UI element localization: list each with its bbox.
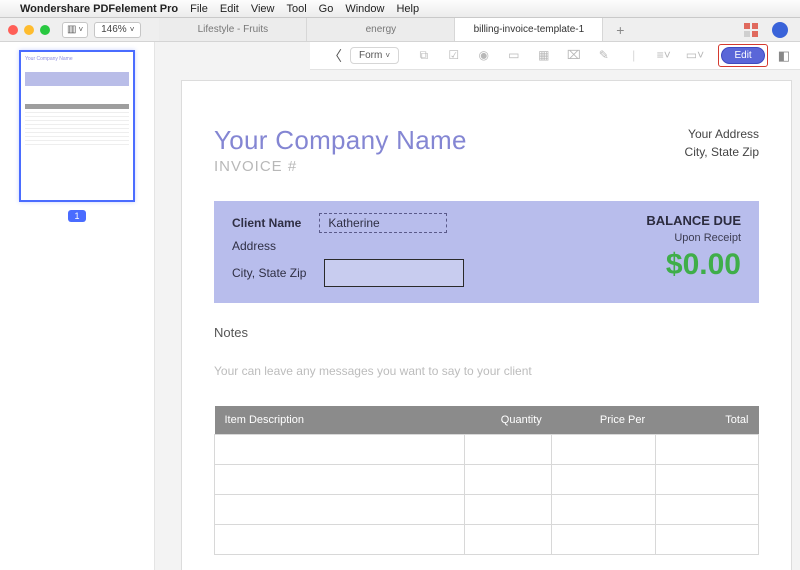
line-items-table: Item Description Quantity Price Per Tota… — [214, 406, 759, 555]
document-toolbar: 〈 Form ˅ ⧉ ☑ ◉ ▭ ▦ ⌧ ✎ | ≡˅ ▭˅ Edit ◧ — [310, 42, 800, 70]
client-name-field[interactable]: Katherine — [319, 213, 447, 233]
radio-tool-icon[interactable]: ◉ — [476, 48, 492, 63]
sidebar-toggle-button[interactable]: ▥˅ — [62, 22, 88, 38]
checkbox-tool-icon[interactable]: ☑ — [446, 48, 462, 63]
page-thumbnail-1[interactable]: Your Company Name — [19, 50, 135, 202]
col-total: Total — [655, 406, 758, 435]
menu-file[interactable]: File — [190, 3, 208, 15]
chevron-down-icon: ˅ — [78, 25, 83, 34]
menu-view[interactable]: View — [251, 3, 275, 15]
company-address: Your Address City, State Zip — [685, 125, 759, 161]
col-quantity: Quantity — [465, 406, 552, 435]
back-button[interactable]: 〈 — [320, 46, 350, 66]
chevron-down-icon: ˅ — [130, 25, 135, 34]
thumbnail-sidebar: Your Company Name 1 — [0, 42, 155, 570]
zoom-value: 146% — [101, 24, 127, 35]
edit-button[interactable]: Edit — [721, 47, 764, 64]
tab-label: energy — [366, 24, 397, 35]
user-avatar[interactable] — [772, 22, 788, 38]
address-line-2: City, State Zip — [685, 143, 759, 161]
signature-tool-icon[interactable]: ✎ — [596, 48, 612, 63]
col-item-description: Item Description — [215, 406, 465, 435]
client-name-label: Client Name — [232, 216, 301, 230]
thumb-company-name: Your Company Name — [25, 56, 129, 62]
panel-toggle-icon[interactable]: ◧ — [778, 48, 790, 64]
close-window-icon[interactable] — [8, 25, 18, 35]
client-address-label: Address — [232, 239, 276, 253]
tab-lifestyle-fruits[interactable]: Lifestyle - Fruits — [159, 18, 307, 41]
mode-label: Form — [359, 50, 382, 61]
notes-placeholder-text[interactable]: Your can leave any messages you want to … — [214, 364, 759, 378]
app-grid-icon[interactable] — [744, 23, 758, 37]
tab-label: billing-invoice-template-1 — [474, 24, 585, 35]
document-workspace: 〈 Form ˅ ⧉ ☑ ◉ ▭ ▦ ⌧ ✎ | ≡˅ ▭˅ Edit ◧ — [155, 42, 800, 570]
menu-help[interactable]: Help — [396, 3, 419, 15]
sidebar-icon: ▥ — [67, 24, 76, 35]
minimize-window-icon[interactable] — [24, 25, 34, 35]
table-row[interactable] — [215, 435, 759, 465]
text-field-tool-icon[interactable]: ⧉ — [416, 48, 432, 63]
tab-energy[interactable]: energy — [307, 18, 455, 41]
balance-amount: $0.00 — [646, 248, 741, 282]
address-line-1: Your Address — [685, 125, 759, 143]
document-tabs: Lifestyle - Fruits energy billing-invoic… — [159, 18, 732, 41]
pdf-page: Your Company Name INVOICE # Your Address… — [181, 80, 792, 570]
button-tool-icon[interactable]: ⌧ — [566, 48, 582, 63]
list-tool-icon[interactable]: ▦ — [536, 48, 552, 63]
notes-heading: Notes — [214, 325, 759, 340]
new-tab-button[interactable]: + — [603, 18, 637, 41]
menu-edit[interactable]: Edit — [220, 3, 239, 15]
menu-tool[interactable]: Tool — [286, 3, 306, 15]
main-area: Your Company Name 1 〈 Form ˅ ⧉ ☑ ◉ ▭ — [0, 42, 800, 570]
table-row[interactable] — [215, 465, 759, 495]
app-name[interactable]: Wondershare PDFelement Pro — [20, 3, 178, 15]
thumbnail-preview: Your Company Name — [25, 56, 129, 196]
combo-tool-icon[interactable]: ▭ — [506, 48, 522, 63]
fullscreen-window-icon[interactable] — [40, 25, 50, 35]
client-city-field[interactable] — [324, 259, 464, 287]
invoice-number-label: INVOICE # — [214, 158, 467, 175]
company-name: Your Company Name — [214, 125, 467, 156]
align-tool-icon[interactable]: ≡˅ — [656, 48, 672, 63]
menu-window[interactable]: Window — [345, 3, 384, 15]
menu-go[interactable]: Go — [319, 3, 334, 15]
table-row[interactable] — [215, 525, 759, 555]
mac-menubar: Wondershare PDFelement Pro File Edit Vie… — [0, 0, 800, 18]
tab-billing-invoice[interactable]: billing-invoice-template-1 — [455, 18, 603, 41]
table-row[interactable] — [215, 495, 759, 525]
tab-label: Lifestyle - Fruits — [198, 24, 269, 35]
chevron-down-icon: ˅ — [385, 51, 390, 60]
edit-button-highlight: Edit — [718, 44, 767, 67]
upon-receipt-label: Upon Receipt — [646, 232, 741, 244]
col-price-per: Price Per — [552, 406, 655, 435]
client-city-label: City, State Zip — [232, 266, 306, 280]
zoom-select[interactable]: 146% ˅ — [94, 22, 141, 38]
distribute-tool-icon[interactable]: ▭˅ — [686, 48, 702, 63]
form-tool-icons: ⧉ ☑ ◉ ▭ ▦ ⌧ ✎ | ≡˅ ▭˅ — [399, 48, 718, 63]
mode-select[interactable]: Form ˅ — [350, 47, 399, 64]
balance-due-label: BALANCE DUE — [646, 213, 741, 228]
app-toolbar: ▥˅ 146% ˅ Lifestyle - Fruits energy bill… — [0, 18, 800, 42]
page-number-badge[interactable]: 1 — [68, 210, 85, 222]
plus-icon: + — [616, 22, 624, 38]
window-controls[interactable] — [0, 25, 58, 35]
client-balance-band: Client Name Katherine Address City, Stat… — [214, 201, 759, 303]
